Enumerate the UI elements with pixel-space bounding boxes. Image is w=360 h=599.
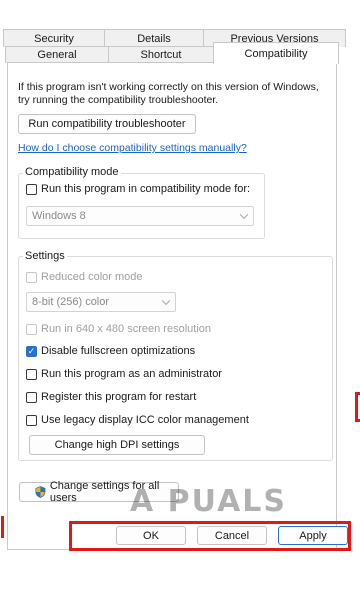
run-troubleshooter-label: Run compatibility troubleshooter: [28, 118, 186, 130]
manual-settings-link[interactable]: How do I choose compatibility settings m…: [18, 142, 247, 154]
change-dpi-label: Change high DPI settings: [54, 439, 180, 451]
tab-shortcut-label: Shortcut: [140, 49, 182, 61]
tab-details[interactable]: Details: [104, 29, 204, 47]
color-depth-select: 8-bit (256) color: [26, 292, 176, 312]
footer-highlight-box: [69, 521, 351, 551]
tab-shortcut[interactable]: Shortcut: [108, 46, 214, 63]
annotation-mark-right: [355, 392, 360, 422]
disable-fullscreen-row[interactable]: Disable fullscreen optimizations: [26, 345, 195, 357]
register-restart-label: Register this program for restart: [41, 391, 197, 403]
tab-general-label: General: [37, 49, 77, 61]
tab-security[interactable]: Security: [3, 29, 105, 47]
change-dpi-button[interactable]: Change high DPI settings: [29, 435, 205, 455]
appuals-watermark: A PUALS: [130, 484, 288, 519]
compat-mode-checkbox-row[interactable]: Run this program in compatibility mode f…: [26, 183, 250, 195]
reduced-color-row: Reduced color mode: [26, 271, 143, 283]
shield-icon: [35, 486, 46, 498]
disable-fullscreen-label: Disable fullscreen optimizations: [41, 345, 196, 357]
settings-legend: Settings: [23, 250, 67, 262]
resolution-640-label: Run in 640 x 480 screen resolution: [41, 323, 211, 335]
resolution-640-row: Run in 640 x 480 screen resolution: [26, 323, 211, 335]
legacy-icc-row[interactable]: Use legacy display ICC color management: [26, 414, 249, 426]
intro-line-2: try running the compatibility troublesho…: [18, 94, 219, 106]
color-depth-value: 8-bit (256) color: [32, 296, 110, 308]
compat-mode-checkbox[interactable]: [26, 183, 37, 195]
tab-general[interactable]: General: [5, 46, 109, 63]
chevron-down-icon: [239, 210, 249, 220]
annotation-mark-left: [0, 516, 4, 538]
register-restart-row[interactable]: Register this program for restart: [26, 391, 196, 403]
resolution-640-checkbox: [26, 323, 37, 335]
tab-compatibility[interactable]: Compatibility: [213, 42, 339, 64]
tab-security-label: Security: [34, 32, 74, 45]
compatibility-mode-legend: Compatibility mode: [23, 166, 121, 178]
legacy-icc-label: Use legacy display ICC color management: [41, 414, 249, 426]
compatibility-panel: If this program isn't working correctly …: [7, 62, 337, 550]
settings-group: [18, 256, 333, 461]
disable-fullscreen-checkbox[interactable]: [26, 345, 37, 357]
run-admin-checkbox[interactable]: [26, 368, 37, 380]
tab-details-label: Details: [137, 32, 171, 45]
intro-line-1: If this program isn't working correctly …: [18, 81, 319, 93]
reduced-color-label: Reduced color mode: [41, 271, 143, 283]
register-restart-checkbox[interactable]: [26, 391, 37, 403]
tab-compatibility-label: Compatibility: [244, 47, 308, 60]
run-admin-row[interactable]: Run this program as an administrator: [26, 368, 222, 380]
run-admin-label: Run this program as an administrator: [41, 368, 222, 380]
chevron-down-icon: [161, 296, 171, 306]
reduced-color-checkbox: [26, 271, 37, 283]
compat-mode-label: Run this program in compatibility mode f…: [41, 183, 251, 195]
legacy-icc-checkbox[interactable]: [26, 414, 37, 426]
windows-version-value: Windows 8: [32, 210, 86, 222]
run-troubleshooter-button[interactable]: Run compatibility troubleshooter: [18, 114, 196, 134]
windows-version-select[interactable]: Windows 8: [26, 206, 254, 226]
